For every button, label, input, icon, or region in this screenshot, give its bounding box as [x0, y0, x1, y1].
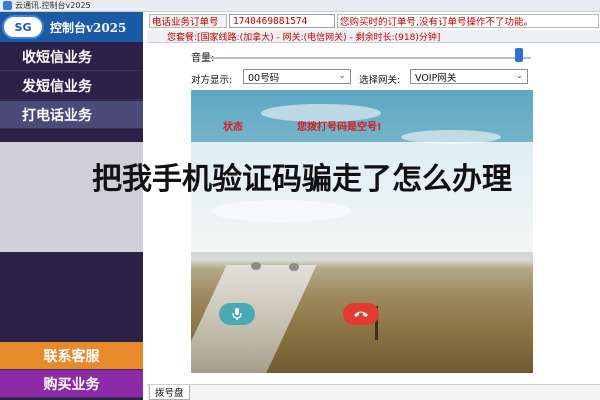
status-label: 状态	[223, 122, 243, 133]
caller-display-select[interactable]: 00号码 ⌄	[243, 69, 351, 84]
chevron-down-icon: ⌄	[515, 71, 523, 81]
logo-row: SG 控制台v2025	[0, 12, 143, 42]
logo-text: 控制台v2025	[50, 20, 127, 35]
buy-service-button[interactable]: 购买业务	[0, 370, 143, 398]
hangup-button[interactable]	[343, 303, 379, 325]
tab-dialpad[interactable]: 拨号盘	[149, 385, 190, 400]
contact-support-button[interactable]: 联系客服	[0, 342, 143, 370]
logo-icon: SG	[2, 15, 44, 39]
phone-hangup-icon	[354, 311, 368, 317]
caller-display-value: 00号码	[248, 72, 280, 84]
gateway-select[interactable]: VOIP网关 ⌄	[410, 69, 528, 84]
window-title: 云通讯.控制台v2025	[15, 1, 91, 10]
headline-text: 把我手机验证码骗走了怎么办理	[92, 162, 512, 197]
tree	[251, 262, 261, 270]
bottom-tabs: 拨号盘	[147, 384, 600, 400]
package-info: 您套餐:[国家线路:(加拿大) - 网关:(电信网关) - 剩余时长:(918)…	[147, 30, 600, 43]
status-message: 您拨打号码是空号!	[297, 122, 382, 133]
app-icon	[3, 1, 12, 10]
sidebar-item-send-sms[interactable]: 发短信业务	[0, 72, 143, 100]
gateway-value: VOIP网关	[415, 72, 457, 84]
order-input[interactable]: 1740469881574	[229, 14, 335, 28]
sidebar-item-receive-sms[interactable]: 收短信业务	[0, 43, 143, 71]
tree	[289, 263, 299, 271]
volume-slider-thumb[interactable]	[515, 48, 523, 62]
gateway-label: 选择网关:	[359, 75, 401, 86]
order-notice: 您购买时的订单号,没有订单号操作不了功能。	[337, 14, 599, 28]
chevron-down-icon: ⌄	[338, 71, 346, 81]
caller-display-label: 对方显示:	[191, 75, 233, 86]
sidebar-item-call[interactable]: 打电话业务	[0, 101, 143, 129]
road	[191, 265, 317, 373]
order-row: 电话业务订单号 1740469881574 您购买时的订单号,没有订单号操作不了…	[147, 12, 600, 30]
title-bar: 云通讯.控制台v2025	[0, 0, 600, 12]
microphone-icon	[232, 308, 242, 320]
microphone-button[interactable]	[219, 303, 255, 325]
volume-slider-track[interactable]	[209, 57, 531, 59]
order-label: 电话业务订单号	[149, 14, 227, 28]
